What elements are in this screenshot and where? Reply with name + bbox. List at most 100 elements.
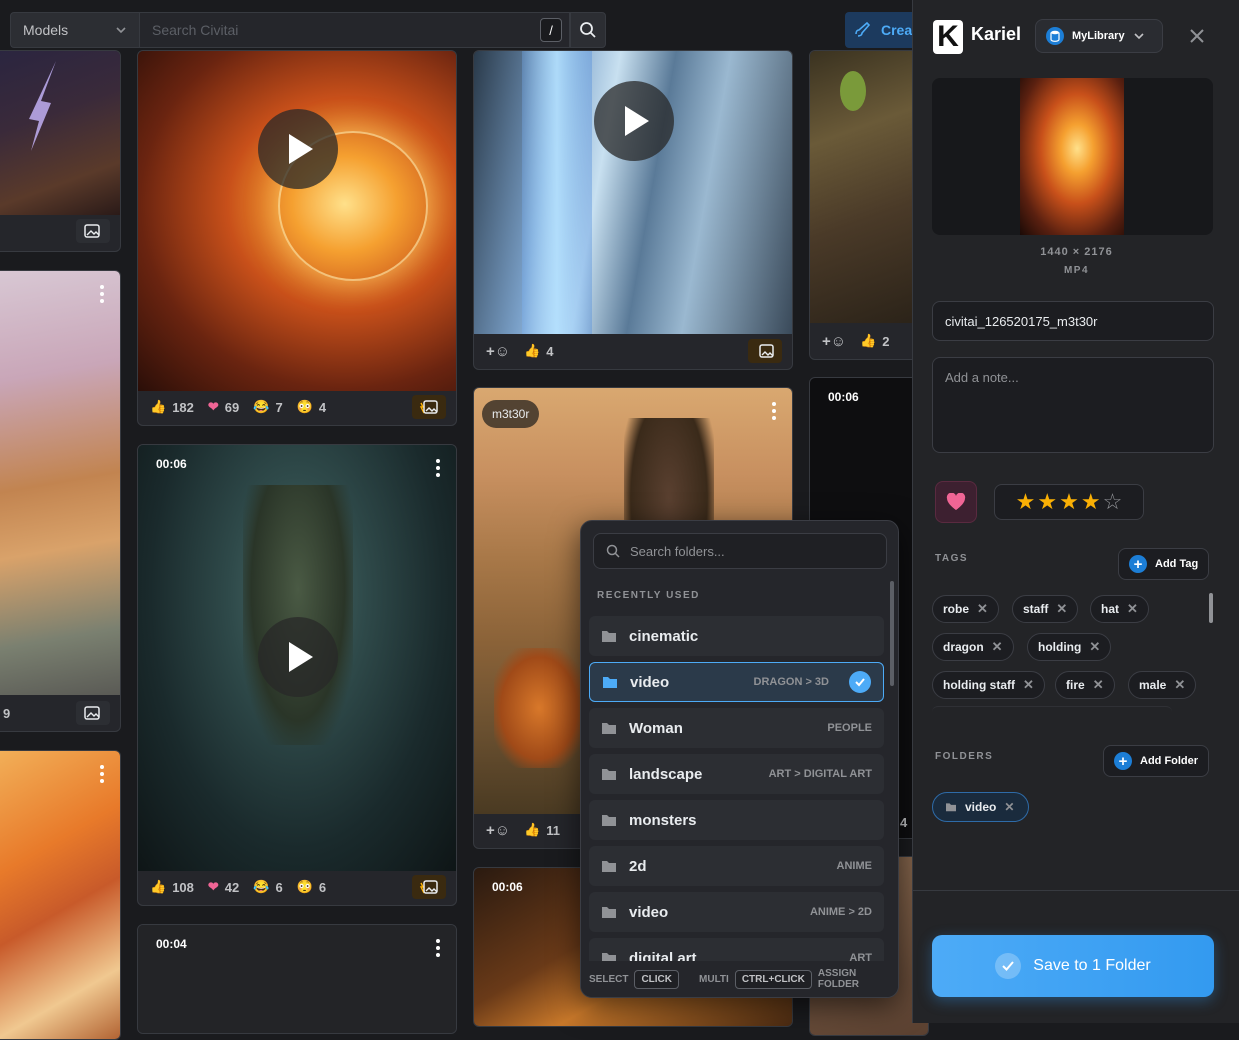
note-input[interactable]: Add a note... xyxy=(932,357,1214,453)
thumbs-up-icon: 👍 xyxy=(524,343,541,358)
video-card[interactable]: 00:06 👍 108 ❤ 42 😂 6 😳 6 xyxy=(137,444,457,906)
play-button[interactable] xyxy=(258,617,338,697)
brand-name: Kariel xyxy=(971,24,1022,44)
folder-search-input[interactable]: Search folders... xyxy=(593,533,887,569)
video-card[interactable]: 👍 182 ❤ 69 😂 7 😳 4 xyxy=(137,50,457,426)
folder-option[interactable]: cinematic xyxy=(589,616,884,656)
search-button[interactable] xyxy=(570,12,606,48)
tag-label: holding staff xyxy=(943,678,1015,692)
like-reaction[interactable]: 👍 182 xyxy=(150,399,194,415)
add-reaction-button[interactable]: +☺ xyxy=(486,343,510,360)
creator-badge[interactable]: m3t30r xyxy=(482,400,540,428)
like-reaction[interactable]: 👍 4 xyxy=(524,343,553,359)
remove-folder-icon[interactable]: ✕ xyxy=(1004,800,1014,814)
image-card[interactable] xyxy=(0,50,121,252)
gallery-button[interactable] xyxy=(76,701,110,725)
close-icon[interactable] xyxy=(1185,24,1209,48)
play-button[interactable] xyxy=(594,81,674,161)
image-icon xyxy=(84,706,100,720)
add-reaction-button[interactable]: +☺ xyxy=(822,333,846,350)
like-reaction[interactable]: 👍 11 xyxy=(524,822,560,838)
star-filled-icon[interactable]: ★ xyxy=(1016,489,1036,515)
like-reaction[interactable]: 👍 108 xyxy=(150,879,194,895)
remove-tag-icon[interactable]: ✕ xyxy=(1023,677,1034,693)
filename-input[interactable]: civitai_126520175_m3t30r xyxy=(932,301,1214,341)
folder-option[interactable]: Woman PEOPLE xyxy=(589,708,884,748)
thumbs-up-icon: 👍 xyxy=(860,333,877,348)
more-options-button[interactable] xyxy=(436,459,440,477)
remove-tag-icon[interactable]: ✕ xyxy=(1174,677,1185,693)
folder-option-selected[interactable]: video DRAGON > 3D xyxy=(589,662,884,702)
folder-option[interactable]: landscape ART > DIGITAL ART xyxy=(589,754,884,794)
heart-reaction[interactable]: ❤ 69 xyxy=(208,399,239,415)
remove-tag-icon[interactable]: ✕ xyxy=(1089,639,1100,655)
image-card[interactable]: +☺ 👍 2 xyxy=(809,50,929,360)
preview-thumbnail xyxy=(1020,78,1124,235)
assigned-folder-chip[interactable]: video ✕ xyxy=(932,792,1029,822)
tag-chip[interactable]: male ✕ xyxy=(1128,671,1197,699)
chevron-down-icon xyxy=(1134,33,1144,40)
laugh-reaction[interactable]: 😂 6 xyxy=(253,879,282,895)
star-filled-icon[interactable]: ★ xyxy=(1059,489,1079,515)
remove-tag-icon[interactable]: ✕ xyxy=(1093,677,1104,693)
tag-chip[interactable]: holding staff ✕ xyxy=(932,671,1045,699)
save-to-folder-button[interactable]: Save to 1 Folder xyxy=(932,935,1214,997)
tag-chip[interactable]: robe ✕ xyxy=(932,595,999,623)
star-filled-icon[interactable]: ★ xyxy=(1081,489,1101,515)
reaction-count: 4 xyxy=(900,815,908,830)
fox-figure xyxy=(494,648,584,768)
folder-option[interactable]: video ANIME > 2D xyxy=(589,892,884,932)
cry-reaction[interactable]: 😳 6 xyxy=(297,879,326,895)
folder-option[interactable]: 2d ANIME xyxy=(589,846,884,886)
video-card[interactable]: +☺ 👍 4 xyxy=(473,50,793,370)
folder-option[interactable]: monsters xyxy=(589,800,884,840)
tag-chip[interactable]: hat ✕ xyxy=(1090,595,1149,623)
cry-reaction[interactable]: 😳 4 xyxy=(297,399,326,415)
more-options-button[interactable] xyxy=(772,402,776,420)
favorite-button[interactable] xyxy=(935,481,977,523)
remove-tag-icon[interactable]: ✕ xyxy=(1056,601,1067,617)
media-preview[interactable] xyxy=(932,78,1213,235)
tag-chip[interactable]: dragon ✕ xyxy=(932,633,1014,661)
folder-path: PEOPLE xyxy=(827,722,872,734)
folder-name: landscape xyxy=(629,765,703,783)
card-image xyxy=(810,51,928,323)
remove-tag-icon[interactable]: ✕ xyxy=(977,601,988,617)
tag-chip[interactable]: holding ✕ xyxy=(1027,633,1112,661)
more-options-button[interactable] xyxy=(100,285,104,303)
add-reaction-button[interactable]: +☺ xyxy=(486,822,510,839)
gallery-button[interactable] xyxy=(412,395,446,419)
tag-label: staff xyxy=(1023,602,1049,616)
star-filled-icon[interactable]: ★ xyxy=(1037,489,1057,515)
tag-chip[interactable]: fire ✕ xyxy=(1055,671,1115,699)
search-placeholder: Search Civitai xyxy=(152,22,239,38)
play-button[interactable] xyxy=(258,109,338,189)
gallery-button[interactable] xyxy=(76,219,110,243)
add-tag-button[interactable]: + Add Tag xyxy=(1118,548,1210,580)
heart-reaction[interactable]: ❤ 42 xyxy=(208,879,239,895)
image-card[interactable]: 9 xyxy=(0,270,121,732)
tags-scrollbar[interactable] xyxy=(1209,593,1213,623)
tag-chip[interactable]: staff ✕ xyxy=(1012,595,1079,623)
models-select[interactable]: Models xyxy=(10,12,140,48)
remove-tag-icon[interactable]: ✕ xyxy=(1127,601,1138,617)
library-selector[interactable]: MyLibrary xyxy=(1035,19,1163,53)
star-empty-icon[interactable]: ☆ xyxy=(1103,489,1123,515)
more-options-button[interactable] xyxy=(436,939,440,957)
video-card[interactable]: 00:04 xyxy=(137,924,457,1034)
more-options-button[interactable] xyxy=(100,765,104,783)
folder-picker-dropdown: Search folders... RECENTLY USED cinemati… xyxy=(580,520,899,998)
laugh-reaction[interactable]: 😂 7 xyxy=(253,399,282,415)
star-rating[interactable]: ★ ★ ★ ★ ☆ xyxy=(994,484,1144,520)
card-image xyxy=(0,271,120,695)
ice-pillar xyxy=(522,51,592,334)
video-duration: 00:04 xyxy=(156,937,187,951)
image-card[interactable] xyxy=(0,750,121,1040)
remove-tag-icon[interactable]: ✕ xyxy=(992,639,1003,655)
gallery-button[interactable] xyxy=(748,339,782,363)
gallery-button[interactable] xyxy=(412,875,446,899)
dropdown-scrollbar[interactable] xyxy=(890,581,894,686)
add-folder-button[interactable]: + Add Folder xyxy=(1103,745,1210,777)
search-input[interactable]: Search Civitai xyxy=(140,12,570,48)
like-reaction[interactable]: 👍 2 xyxy=(860,333,889,349)
